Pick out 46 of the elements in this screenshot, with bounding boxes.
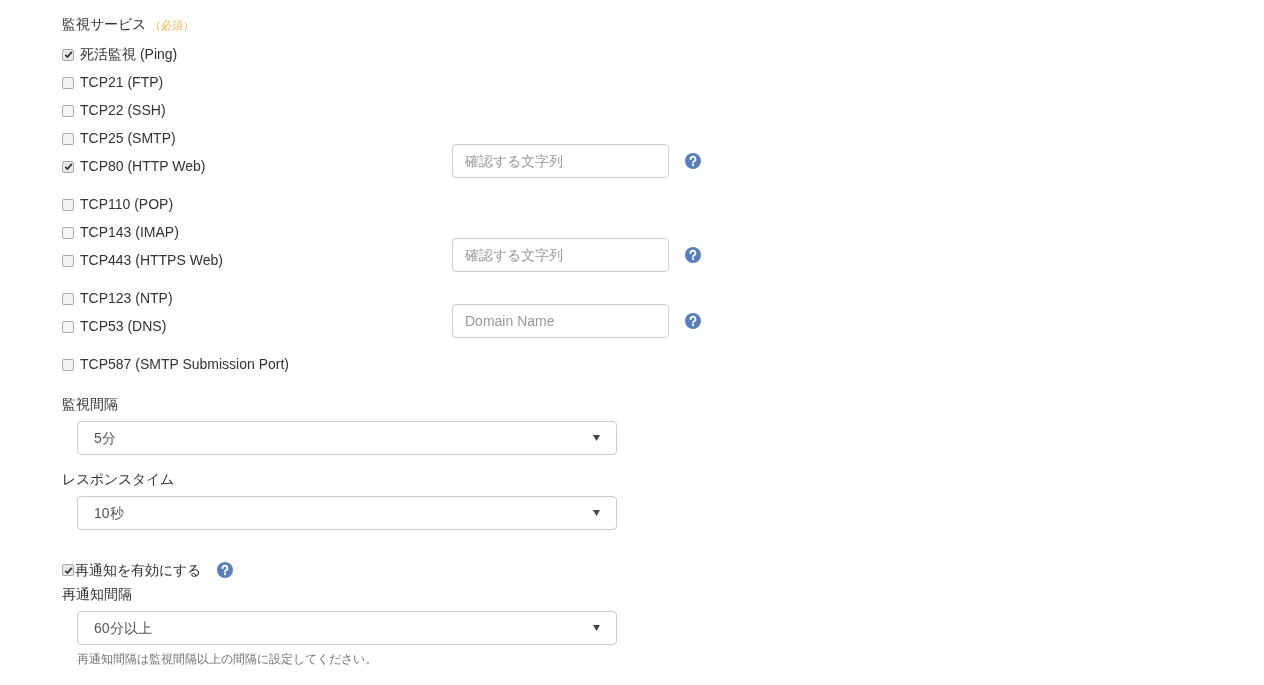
select-value: 5分 [94,428,116,448]
checkbox[interactable] [62,320,74,333]
checkbox-label: TCP587 (SMTP Submission Port) [80,355,290,374]
input-field[interactable]: Domain Name [452,304,669,338]
caret-icon [593,625,600,631]
field-label: 監視サービス [62,15,146,34]
renotify-interval-select[interactable]: 60分以上 [77,611,617,645]
input-field[interactable]: 確認する文字列 [452,144,669,178]
checkbox[interactable] [62,292,74,305]
checkbox[interactable] [62,160,74,173]
required-label: （必須） [150,18,194,33]
checkbox-label: 再通知を有効にする [75,560,201,580]
caret-icon [593,510,600,516]
checkbox[interactable] [62,48,74,61]
select-value: 10秒 [94,503,124,523]
interval-select[interactable]: 5分 [77,421,617,455]
checkbox-label: TCP123 (NTP) [80,289,173,308]
checkbox[interactable] [62,104,74,117]
checkbox[interactable] [62,226,74,239]
checkbox[interactable] [62,198,74,211]
checkbox[interactable] [62,76,74,89]
checkbox-label: TCP443 (HTTPS Web) [80,251,223,270]
select-value: 60分以上 [94,618,152,638]
checkbox-label: 死活監視 (Ping) [80,45,178,64]
help-icon[interactable] [685,313,701,329]
help-icon[interactable] [685,247,701,263]
checkbox[interactable] [62,132,74,145]
checkbox-label: TCP21 (FTP) [80,73,164,92]
checkbox[interactable] [62,564,74,576]
help-icon[interactable] [685,153,701,169]
field-label: 監視間隔 [62,395,118,414]
caret-icon [593,435,600,441]
input-field[interactable]: 確認する文字列 [452,238,669,272]
checkbox-label: TCP143 (IMAP) [80,223,179,242]
checkbox-label: TCP22 (SSH) [80,101,166,120]
checkbox-label: TCP110 (POP) [80,195,174,214]
help-text: 再通知間隔は監視間隔以上の間隔に設定してください。 [77,651,377,668]
checkbox-label: TCP25 (SMTP) [80,129,176,148]
help-icon[interactable] [217,562,233,578]
checkbox[interactable] [62,254,74,267]
field-label: 再通知間隔 [62,585,132,604]
checkbox-label: TCP53 (DNS) [80,317,167,336]
response-time-select[interactable]: 10秒 [77,496,617,530]
checkbox-label: TCP80 (HTTP Web) [80,157,206,176]
field-label: レスポンスタイム [62,470,174,489]
checkbox[interactable] [62,358,74,371]
